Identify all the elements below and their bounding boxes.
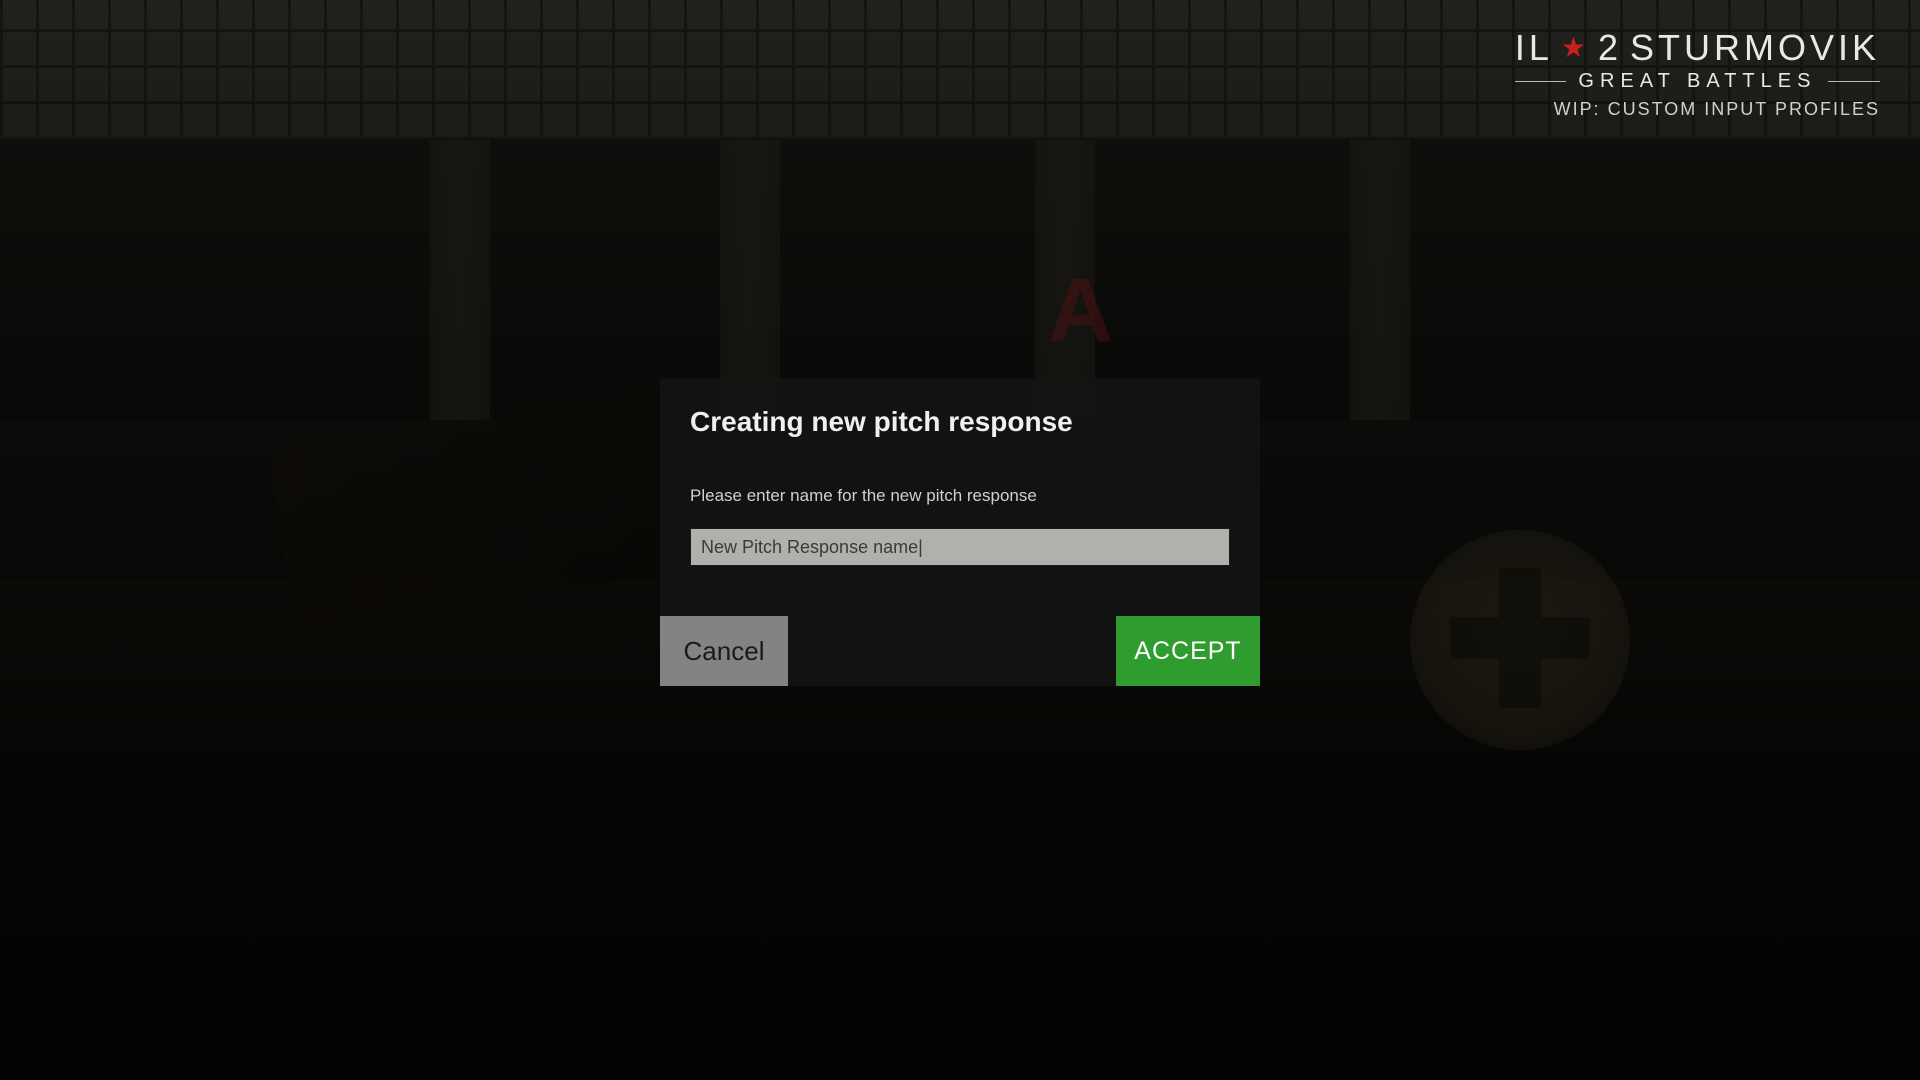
create-pitch-response-dialog: Creating new pitch response Please enter… (660, 378, 1260, 686)
logo-two-text: 2 (1598, 30, 1622, 66)
dialog-title: Creating new pitch response (690, 406, 1230, 438)
dialog-prompt: Please enter name for the new pitch resp… (690, 486, 1230, 506)
accept-button[interactable]: ACCEPT (1116, 616, 1260, 686)
game-logo: IL ★ 2 STURMOVIK GREAT BATTLES WIP: CUST… (1515, 30, 1880, 120)
logo-subtitle: GREAT BATTLES (1515, 70, 1880, 93)
pitch-response-name-input[interactable] (690, 528, 1230, 566)
logo-il-text: IL (1515, 30, 1553, 66)
dialog-button-row: Cancel ACCEPT (660, 616, 1260, 686)
logo-wip-text: WIP: CUSTOM INPUT PROFILES (1515, 99, 1880, 120)
logo-star-icon: ★ (1561, 34, 1590, 62)
logo-sturmovik-text: STURMOVIK (1630, 30, 1880, 66)
cancel-button[interactable]: Cancel (660, 616, 788, 686)
logo-subtitle-text: GREAT BATTLES (1578, 70, 1816, 93)
logo-main-line: IL ★ 2 STURMOVIK (1515, 30, 1880, 66)
